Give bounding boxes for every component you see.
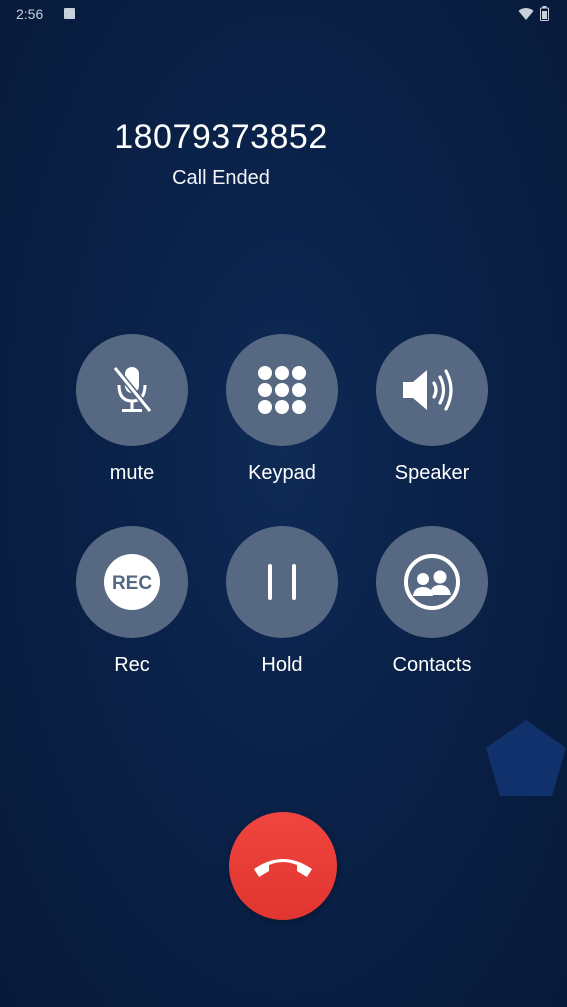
rec-circle[interactable]: REC [76, 526, 188, 638]
speaker-circle[interactable] [376, 334, 488, 446]
mute-circle[interactable] [76, 334, 188, 446]
pause-icon [268, 564, 296, 600]
keypad-circle[interactable] [226, 334, 338, 446]
speaker-button[interactable]: Speaker [375, 334, 489, 485]
hold-button[interactable]: Hold [225, 526, 339, 677]
status-bar: 2:56 [0, 0, 567, 28]
contacts-icon [404, 554, 460, 610]
end-call-button[interactable] [229, 812, 337, 920]
phone-hangup-icon [254, 859, 312, 877]
wifi-icon [518, 7, 534, 20]
mic-off-icon [112, 366, 153, 413]
battery-icon [540, 6, 549, 21]
status-icons [518, 6, 549, 21]
status-time: 2:56 [16, 6, 44, 22]
contacts-circle[interactable] [376, 526, 488, 638]
hold-circle[interactable] [226, 526, 338, 638]
mute-button[interactable]: mute [75, 334, 189, 485]
svg-text:REC: REC [112, 573, 152, 594]
caller-info: 18079373852 Call Ended [0, 118, 442, 190]
keypad-button[interactable]: Keypad [225, 334, 339, 485]
floating-pentagon-shape [486, 720, 566, 796]
caller-number: 18079373852 [114, 118, 328, 156]
dialpad-icon [258, 366, 306, 414]
speaker-label: Speaker [394, 462, 470, 484]
rec-button[interactable]: REC Rec [75, 526, 189, 677]
hold-label: Hold [261, 654, 303, 676]
contacts-label: Contacts [392, 654, 472, 676]
notification-icon [64, 8, 75, 19]
call-status: Call Ended [172, 167, 270, 189]
speaker-icon [403, 369, 453, 411]
rec-icon: REC [104, 554, 160, 610]
rec-label: Rec [114, 654, 150, 676]
keypad-label: Keypad [248, 462, 316, 484]
mute-label: mute [109, 462, 155, 484]
contacts-button[interactable]: Contacts [375, 526, 489, 677]
